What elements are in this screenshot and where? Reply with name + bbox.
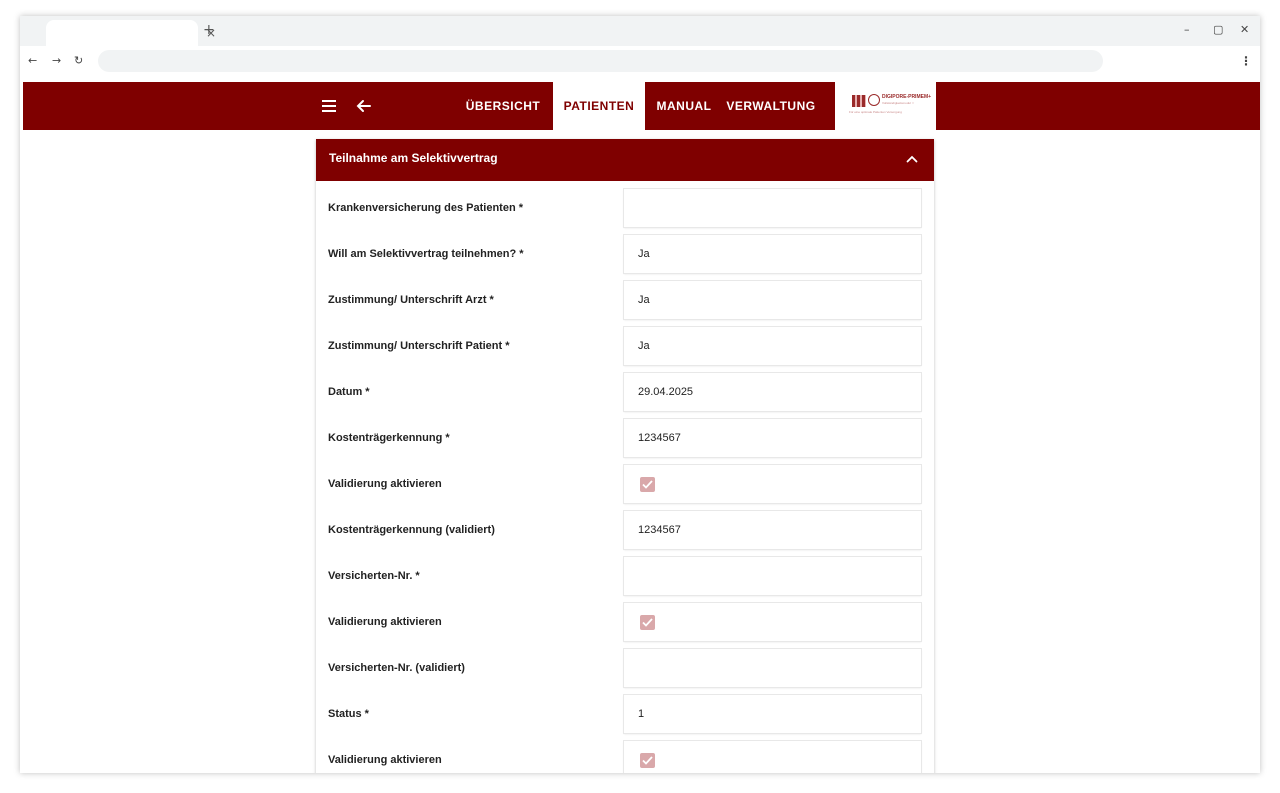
logo-text: DIGIPORE-PRIMEM+	[882, 94, 932, 100]
text-input-field[interactable]: Ja	[624, 327, 921, 365]
nav-manual[interactable]: MANUAL	[653, 82, 715, 130]
form-row: Kostenträgerkennung (validiert) 1234567	[316, 507, 934, 553]
browser-menu-icon[interactable]: ⋮	[1240, 54, 1252, 68]
browser-tab[interactable]: ×	[46, 20, 216, 46]
field-label: Versicherten-Nr. (validiert)	[328, 662, 465, 674]
logo-subtitle: Vollständigkeitsmodul ☆	[882, 101, 915, 105]
logo-circle-icon	[868, 94, 880, 106]
field-value: 1234567	[638, 524, 681, 536]
field-label: Validierung aktivieren	[328, 478, 442, 490]
form-row: Zustimmung/ Unterschrift Patient * Ja	[316, 323, 934, 369]
browser-window: × + – ▢ ✕ ← → ↻ ⋮ ÜBERSICHT PATIENTEN MA…	[20, 16, 1260, 773]
text-input-field[interactable]: Ja	[624, 235, 921, 273]
form-row: Validierung aktivieren	[316, 599, 934, 645]
form-row: Status * 1	[316, 691, 934, 737]
nav-uebersicht[interactable]: ÜBERSICHT	[463, 82, 543, 130]
text-input-field[interactable]: 29.04.2025	[624, 373, 921, 411]
field-value: Ja	[638, 294, 650, 306]
field-value: 29.04.2025	[638, 386, 694, 398]
checkmark-icon	[642, 618, 653, 627]
form-row: Validierung aktivieren	[316, 461, 934, 507]
section-title: Teilnahme am Selektivvertrag	[329, 151, 498, 165]
form-row: Validierung aktivieren	[316, 737, 934, 773]
logo-mark-icon	[852, 95, 866, 107]
form-row: Versicherten-Nr. *	[316, 553, 934, 599]
text-input-field[interactable]: Ja	[624, 281, 921, 319]
field-value: 1234567	[638, 432, 681, 444]
form-row: Kostenträgerkennung * 1234567	[316, 415, 934, 461]
text-input-field[interactable]: 1234567	[624, 419, 921, 457]
minimize-icon[interactable]: –	[1184, 24, 1190, 36]
address-bar[interactable]	[98, 50, 1103, 72]
field-value: Ja	[638, 340, 650, 352]
logo-tagline: Für eine optimale Patienten Versorgung	[849, 110, 902, 114]
browser-toolbar: ← → ↻ ⋮	[20, 46, 1260, 78]
form-row: Krankenversicherung des Patienten *	[316, 185, 934, 231]
field-label: Validierung aktivieren	[328, 616, 442, 628]
field-value: 1	[638, 708, 645, 720]
app-logo[interactable]: DIGIPORE-PRIMEM+ Vollständigkeitsmodul ☆…	[835, 82, 936, 130]
tab-strip: × + – ▢ ✕	[20, 16, 1260, 46]
validation-checkbox-field[interactable]	[624, 465, 921, 503]
forward-nav-icon[interactable]: →	[52, 54, 61, 68]
section-header[interactable]: Teilnahme am Selektivvertrag	[316, 139, 934, 181]
checkmark-icon	[642, 756, 653, 765]
field-label: Krankenversicherung des Patienten *	[328, 202, 524, 214]
text-input-field[interactable]	[624, 649, 921, 687]
app-header: ÜBERSICHT PATIENTEN MANUAL VERWALTUNG DI…	[23, 82, 1260, 130]
text-input-field[interactable]: 1	[624, 695, 921, 733]
form-row: Will am Selektivvertrag teilnehmen? * Ja	[316, 231, 934, 277]
text-input-field[interactable]	[624, 557, 921, 595]
close-window-icon[interactable]: ✕	[1240, 24, 1249, 36]
restore-icon[interactable]: ▢	[1213, 24, 1223, 36]
nav-verwaltung[interactable]: VERWALTUNG	[725, 82, 817, 130]
new-tab-icon[interactable]: +	[203, 22, 215, 38]
text-input-field[interactable]	[624, 189, 921, 227]
field-label: Will am Selektivvertrag teilnehmen? *	[328, 248, 524, 260]
field-label: Datum *	[328, 386, 370, 398]
checkmark-icon	[642, 480, 653, 489]
validation-checkbox-field[interactable]	[624, 603, 921, 641]
hamburger-menu-icon[interactable]	[321, 97, 339, 115]
form-row: Datum * 29.04.2025	[316, 369, 934, 415]
form-row: Zustimmung/ Unterschrift Arzt * Ja	[316, 277, 934, 323]
text-input-field[interactable]: 1234567	[624, 511, 921, 549]
validation-checkbox-field[interactable]	[624, 741, 921, 773]
back-arrow-icon[interactable]	[354, 96, 374, 116]
chevron-up-icon[interactable]	[906, 155, 918, 163]
field-label: Versicherten-Nr. *	[328, 570, 420, 582]
field-value: Ja	[638, 248, 650, 260]
field-label: Validierung aktivieren	[328, 754, 442, 766]
field-label: Kostenträgerkennung *	[328, 432, 450, 444]
checkbox[interactable]	[640, 477, 655, 492]
checkbox[interactable]	[640, 753, 655, 768]
checkbox[interactable]	[640, 615, 655, 630]
field-label: Status *	[328, 708, 369, 720]
field-label: Zustimmung/ Unterschrift Arzt *	[328, 294, 494, 306]
field-label: Kostenträgerkennung (validiert)	[328, 524, 495, 536]
back-nav-icon[interactable]: ←	[28, 54, 37, 68]
nav-patienten[interactable]: PATIENTEN	[553, 82, 645, 130]
reload-icon[interactable]: ↻	[74, 54, 83, 68]
form-row: Versicherten-Nr. (validiert)	[316, 645, 934, 691]
field-label: Zustimmung/ Unterschrift Patient *	[328, 340, 510, 352]
selektivvertrag-section: Teilnahme am Selektivvertrag Krankenvers…	[316, 139, 934, 773]
